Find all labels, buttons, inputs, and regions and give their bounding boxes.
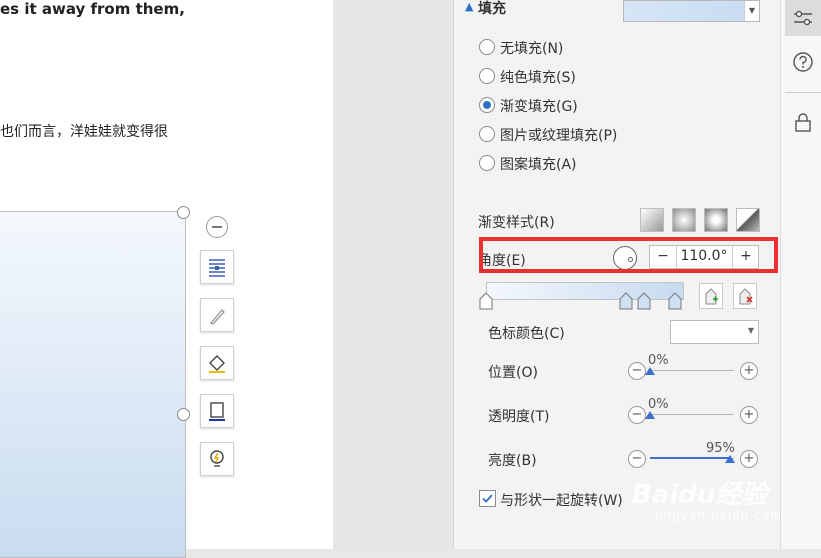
lightbulb-icon: [210, 450, 224, 467]
lock-icon: [795, 113, 811, 132]
chevron-down-icon: ▼: [744, 1, 759, 21]
position-value: 0%: [648, 353, 669, 368]
brightness-value: 95%: [706, 441, 735, 456]
checkmark-icon: [482, 494, 493, 503]
sidebar-divider: [785, 92, 821, 93]
radio-no-fill[interactable]: [479, 39, 495, 55]
gradient-rectangular-button[interactable]: [704, 208, 728, 232]
gradient-stop[interactable]: [637, 292, 653, 310]
outline-icon: [209, 402, 225, 421]
wrap-text-button[interactable]: [200, 250, 234, 284]
brightness-increase-button[interactable]: +: [740, 450, 758, 468]
gradient-path-button[interactable]: [736, 208, 760, 232]
remove-stop-icon: [739, 288, 753, 305]
help-button[interactable]: [785, 44, 821, 80]
gradient-linear-button[interactable]: [640, 208, 664, 232]
help-icon: [793, 52, 813, 72]
rotate-with-shape-checkbox[interactable]: [479, 490, 496, 507]
gradient-radial-button[interactable]: [672, 208, 696, 232]
radio-label: 图案填充(A): [500, 157, 577, 173]
shape-style-button[interactable]: [200, 298, 234, 332]
fill-section-title: 填充: [478, 1, 506, 17]
document-gutter: [333, 0, 453, 549]
gradient-style-label: 渐变样式(R): [478, 215, 555, 231]
properties-tab-button[interactable]: [785, 0, 821, 36]
gradient-stop[interactable]: [619, 292, 635, 310]
radio-picture-fill[interactable]: [479, 126, 495, 142]
right-sidebar: [780, 0, 821, 549]
position-slider-track[interactable]: [650, 370, 734, 371]
remove-stop-button[interactable]: [733, 283, 757, 309]
document-text-line: 也们而言，洋娃娃就变得很: [0, 124, 168, 140]
watermark-url: jingyan.baidu.com: [655, 508, 783, 522]
position-decrease-button[interactable]: −: [628, 362, 646, 380]
transparency-slider-track[interactable]: [650, 414, 734, 415]
resize-handle[interactable]: [177, 206, 190, 219]
radio-label: 纯色填充(S): [500, 70, 576, 86]
fill-button[interactable]: [200, 346, 234, 380]
brightness-label: 亮度(B): [488, 453, 537, 469]
document-text-line: es it away from them,: [0, 0, 185, 18]
position-slider-thumb[interactable]: [645, 367, 655, 375]
radio-pattern-fill[interactable]: [479, 155, 495, 171]
rotate-with-shape-label: 与形状一起旋转(W): [500, 493, 623, 509]
gradient-bar[interactable]: [486, 282, 684, 300]
transparency-slider-thumb[interactable]: [645, 411, 655, 419]
gradient-stop[interactable]: [668, 292, 684, 310]
position-increase-button[interactable]: +: [740, 362, 758, 380]
add-stop-button[interactable]: [699, 283, 723, 309]
radio-solid-fill[interactable]: [479, 68, 495, 84]
collapse-arrow-icon[interactable]: ▲: [465, 0, 473, 13]
radio-gradient-fill[interactable]: [479, 97, 495, 113]
fill-color-dropdown[interactable]: ▼: [623, 0, 760, 22]
transparency-decrease-button[interactable]: −: [628, 406, 646, 424]
add-stop-icon: [705, 288, 718, 305]
effects-button[interactable]: [200, 442, 234, 476]
radio-label: 图片或纹理填充(P): [500, 128, 618, 144]
watermark-brand: Baidu经验: [632, 480, 768, 510]
resize-handle[interactable]: [177, 408, 190, 421]
radio-label: 渐变填充(G): [500, 99, 578, 115]
brightness-slider-fill: [650, 457, 730, 459]
transparency-value: 0%: [648, 397, 669, 412]
paint-bucket-icon: [209, 355, 225, 373]
stop-color-label: 色标颜色(C): [488, 326, 565, 342]
radio-label: 无填充(N): [500, 41, 564, 57]
brightness-slider-thumb[interactable]: [724, 455, 735, 463]
wrap-text-icon: [209, 259, 225, 277]
highlight-box: [479, 237, 778, 273]
brightness-decrease-button[interactable]: −: [628, 450, 646, 468]
collapse-icon[interactable]: [206, 216, 228, 238]
gradient-stop[interactable]: [479, 292, 495, 310]
stop-color-dropdown[interactable]: ▼: [670, 320, 759, 344]
transparency-increase-button[interactable]: +: [740, 406, 758, 424]
position-label: 位置(O): [488, 365, 538, 381]
lock-button[interactable]: [785, 104, 821, 140]
gradient-shape[interactable]: [0, 211, 186, 558]
chevron-down-icon: ▼: [747, 326, 754, 335]
settings-sliders-icon: [794, 10, 812, 26]
transparency-label: 透明度(T): [488, 409, 550, 425]
outline-button[interactable]: [200, 394, 234, 428]
brush-icon: [209, 309, 225, 325]
